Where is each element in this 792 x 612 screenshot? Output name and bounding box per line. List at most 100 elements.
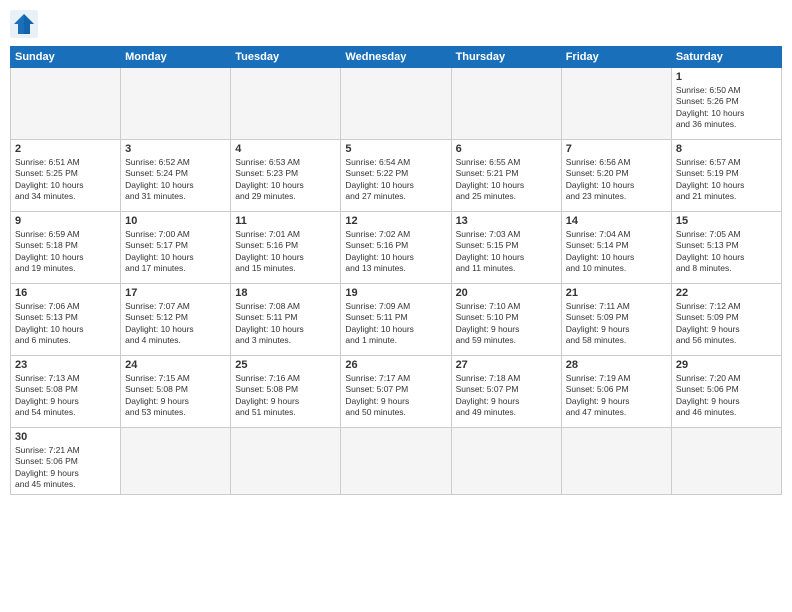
calendar-day-cell <box>341 68 451 140</box>
day-number: 1 <box>676 71 777 83</box>
calendar-day-cell: 8Sunrise: 6:57 AM Sunset: 5:19 PM Daylig… <box>671 140 781 212</box>
calendar-day-cell: 2 Sunrise: 6:51 AM Sunset: 5:25 PM Daylig… <box>11 140 121 212</box>
day-info: Sunrise: 7:12 AM Sunset: 5:09 PM Dayligh… <box>676 301 777 347</box>
weekday-header-monday: Monday <box>121 47 231 68</box>
calendar-day-cell <box>561 428 671 495</box>
day-number: 11 <box>235 215 336 227</box>
day-info: Sunrise: 7:19 AM Sunset: 5:06 PM Dayligh… <box>566 373 667 419</box>
day-number: 26 <box>345 359 446 371</box>
calendar-day-cell <box>121 428 231 495</box>
calendar-day-cell: 19 Sunrise: 7:09 AM Sunset: 5:11 PM Dayli… <box>341 284 451 356</box>
day-info: Sunrise: 7:21 AM Sunset: 5:06 PM Dayligh… <box>15 445 116 491</box>
calendar-day-cell: 7 Sunrise: 6:56 AM Sunset: 5:20 PM Daylig… <box>561 140 671 212</box>
day-info: Sunrise: 7:20 AM Sunset: 5:06 PM Dayligh… <box>676 373 777 419</box>
day-info: Sunrise: 7:11 AM Sunset: 5:09 PM Dayligh… <box>566 301 667 347</box>
day-info: Sunrise: 7:00 AM Sunset: 5:17 PM Dayligh… <box>125 229 226 275</box>
calendar-day-cell: 5 Sunrise: 6:54 AM Sunset: 5:22 PM Daylig… <box>341 140 451 212</box>
day-number: 7 <box>566 143 667 155</box>
day-number: 23 <box>15 359 116 371</box>
day-number: 25 <box>235 359 336 371</box>
weekday-header-wednesday: Wednesday <box>341 47 451 68</box>
day-info: Sunrise: 6:50 AM Sunset: 5:26 PM Dayligh… <box>676 85 777 131</box>
day-info: Sunrise: 7:10 AM Sunset: 5:10 PM Dayligh… <box>456 301 557 347</box>
calendar-day-cell: 30 Sunrise: 7:21 AM Sunset: 5:06 PM Dayli… <box>11 428 121 495</box>
calendar-day-cell: 9Sunrise: 6:59 AM Sunset: 5:18 PM Daylig… <box>11 212 121 284</box>
calendar-day-cell: 22 Sunrise: 7:12 AM Sunset: 5:09 PM Dayli… <box>671 284 781 356</box>
day-number: 12 <box>345 215 446 227</box>
day-number: 27 <box>456 359 557 371</box>
day-number: 13 <box>456 215 557 227</box>
calendar-day-cell: 27 Sunrise: 7:18 AM Sunset: 5:07 PM Dayli… <box>451 356 561 428</box>
header <box>10 10 782 38</box>
weekday-header-thursday: Thursday <box>451 47 561 68</box>
day-info: Sunrise: 7:05 AM Sunset: 5:13 PM Dayligh… <box>676 229 777 275</box>
day-number: 14 <box>566 215 667 227</box>
day-number: 18 <box>235 287 336 299</box>
day-number: 19 <box>345 287 446 299</box>
day-info: Sunrise: 6:51 AM Sunset: 5:25 PM Dayligh… <box>15 157 116 203</box>
calendar-week-row: 16Sunrise: 7:06 AM Sunset: 5:13 PM Dayli… <box>11 284 782 356</box>
page: SundayMondayTuesdayWednesdayThursdayFrid… <box>0 0 792 612</box>
weekday-header-saturday: Saturday <box>671 47 781 68</box>
weekday-header-tuesday: Tuesday <box>231 47 341 68</box>
calendar-day-cell: 16Sunrise: 7:06 AM Sunset: 5:13 PM Dayli… <box>11 284 121 356</box>
day-number: 29 <box>676 359 777 371</box>
logo-icon <box>10 10 40 38</box>
calendar-day-cell: 11 Sunrise: 7:01 AM Sunset: 5:16 PM Dayli… <box>231 212 341 284</box>
calendar-day-cell <box>671 428 781 495</box>
calendar-day-cell: 18 Sunrise: 7:08 AM Sunset: 5:11 PM Dayli… <box>231 284 341 356</box>
weekday-header-friday: Friday <box>561 47 671 68</box>
calendar-table: SundayMondayTuesdayWednesdayThursdayFrid… <box>10 46 782 495</box>
day-info: Sunrise: 7:08 AM Sunset: 5:11 PM Dayligh… <box>235 301 336 347</box>
day-number: 6 <box>456 143 557 155</box>
day-number: 28 <box>566 359 667 371</box>
day-info: Sunrise: 6:52 AM Sunset: 5:24 PM Dayligh… <box>125 157 226 203</box>
day-number: 2 <box>15 143 116 155</box>
day-number: 9 <box>15 215 116 227</box>
calendar-week-row: 9Sunrise: 6:59 AM Sunset: 5:18 PM Daylig… <box>11 212 782 284</box>
day-number: 4 <box>235 143 336 155</box>
day-number: 22 <box>676 287 777 299</box>
day-number: 10 <box>125 215 226 227</box>
day-info: Sunrise: 7:02 AM Sunset: 5:16 PM Dayligh… <box>345 229 446 275</box>
calendar-day-cell <box>341 428 451 495</box>
calendar-day-cell <box>121 68 231 140</box>
calendar-day-cell: 12 Sunrise: 7:02 AM Sunset: 5:16 PM Dayli… <box>341 212 451 284</box>
calendar-day-cell <box>231 68 341 140</box>
day-info: Sunrise: 6:54 AM Sunset: 5:22 PM Dayligh… <box>345 157 446 203</box>
calendar-week-row: 1 Sunrise: 6:50 AM Sunset: 5:26 PM Daylig… <box>11 68 782 140</box>
day-number: 21 <box>566 287 667 299</box>
day-number: 3 <box>125 143 226 155</box>
day-number: 30 <box>15 431 116 443</box>
calendar-day-cell: 28 Sunrise: 7:19 AM Sunset: 5:06 PM Dayli… <box>561 356 671 428</box>
calendar-day-cell: 25Sunrise: 7:16 AM Sunset: 5:08 PM Dayli… <box>231 356 341 428</box>
day-number: 5 <box>345 143 446 155</box>
day-info: Sunrise: 7:01 AM Sunset: 5:16 PM Dayligh… <box>235 229 336 275</box>
day-number: 16 <box>15 287 116 299</box>
day-number: 17 <box>125 287 226 299</box>
calendar-week-row: 2 Sunrise: 6:51 AM Sunset: 5:25 PM Daylig… <box>11 140 782 212</box>
logo <box>10 10 44 38</box>
calendar-day-cell <box>231 428 341 495</box>
day-info: Sunrise: 6:55 AM Sunset: 5:21 PM Dayligh… <box>456 157 557 203</box>
weekday-header-sunday: Sunday <box>11 47 121 68</box>
day-info: Sunrise: 7:09 AM Sunset: 5:11 PM Dayligh… <box>345 301 446 347</box>
day-info: Sunrise: 6:53 AM Sunset: 5:23 PM Dayligh… <box>235 157 336 203</box>
calendar-day-cell <box>11 68 121 140</box>
calendar-day-cell: 14 Sunrise: 7:04 AM Sunset: 5:14 PM Dayli… <box>561 212 671 284</box>
calendar-day-cell: 6 Sunrise: 6:55 AM Sunset: 5:21 PM Daylig… <box>451 140 561 212</box>
calendar-day-cell: 21 Sunrise: 7:11 AM Sunset: 5:09 PM Dayli… <box>561 284 671 356</box>
calendar-week-row: 30 Sunrise: 7:21 AM Sunset: 5:06 PM Dayli… <box>11 428 782 495</box>
calendar-day-cell <box>561 68 671 140</box>
day-info: Sunrise: 7:15 AM Sunset: 5:08 PM Dayligh… <box>125 373 226 419</box>
weekday-header-row: SundayMondayTuesdayWednesdayThursdayFrid… <box>11 47 782 68</box>
day-info: Sunrise: 7:18 AM Sunset: 5:07 PM Dayligh… <box>456 373 557 419</box>
calendar-day-cell: 24Sunrise: 7:15 AM Sunset: 5:08 PM Dayli… <box>121 356 231 428</box>
day-info: Sunrise: 6:57 AM Sunset: 5:19 PM Dayligh… <box>676 157 777 203</box>
calendar-day-cell: 1 Sunrise: 6:50 AM Sunset: 5:26 PM Daylig… <box>671 68 781 140</box>
day-info: Sunrise: 7:04 AM Sunset: 5:14 PM Dayligh… <box>566 229 667 275</box>
day-number: 20 <box>456 287 557 299</box>
calendar-day-cell: 26Sunrise: 7:17 AM Sunset: 5:07 PM Dayli… <box>341 356 451 428</box>
day-info: Sunrise: 6:56 AM Sunset: 5:20 PM Dayligh… <box>566 157 667 203</box>
calendar-day-cell <box>451 428 561 495</box>
